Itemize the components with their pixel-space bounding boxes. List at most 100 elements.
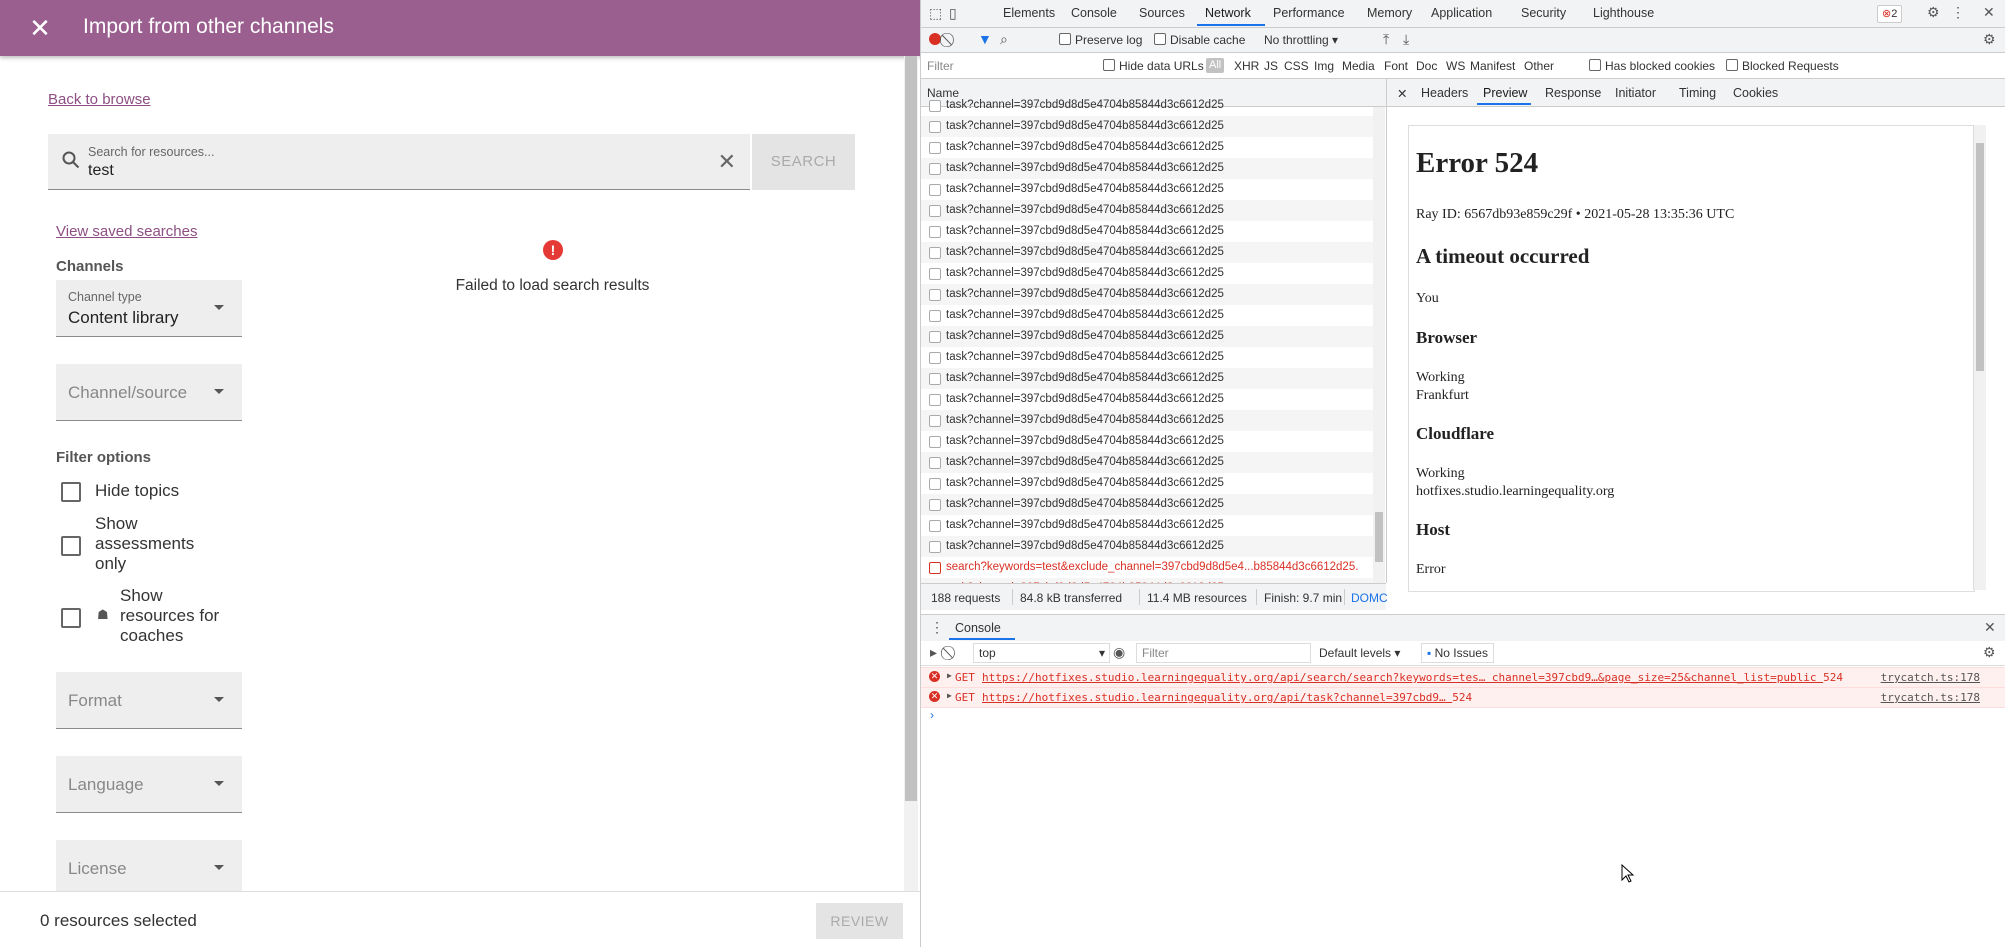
review-button[interactable]: REVIEW [816,903,903,939]
close-detail-icon[interactable]: ✕ [1397,86,1407,101]
request-row[interactable]: task?channel=397cbd9d8d5e4704b85844d3c66… [921,368,1373,389]
tab-memory[interactable]: Memory [1367,6,1412,20]
export-har-icon[interactable]: ⤓ [1403,31,1409,48]
expand-icon[interactable]: ▶ [947,691,952,700]
disable-cache-checkbox[interactable]: Disable cache [1154,33,1245,47]
back-to-browse-link[interactable]: Back to browse [48,91,151,108]
source-link[interactable]: trycatch.ts:178 [1881,671,1980,684]
scrollbar-thumb[interactable] [1976,143,1984,371]
search-icon[interactable]: ⌕ [1000,31,1008,48]
console-error-message[interactable]: ✕ ▶ GET https://hotfixes.studio.learning… [921,687,2005,708]
source-link[interactable]: trycatch.ts:178 [1881,691,1980,704]
request-row[interactable]: task?channel=397cbd9d8d5e4704b85844d3c66… [921,158,1373,179]
filter-img[interactable]: Img [1314,59,1334,73]
format-select[interactable]: Format [56,672,242,729]
hide-topics-checkbox[interactable] [61,482,81,502]
request-row[interactable]: task?channel=397cbd9d8d5e4704b85844d3c66… [921,305,1373,326]
filter-xhr[interactable]: XHR [1234,59,1259,73]
tab-initiator[interactable]: Initiator [1615,86,1656,100]
filter-doc[interactable]: Doc [1416,59,1437,73]
filter-css[interactable]: CSS [1284,59,1309,73]
view-saved-searches-link[interactable]: View saved searches [56,223,197,240]
has-blocked-cookies-checkbox[interactable]: Has blocked cookies [1589,59,1715,73]
tab-sources[interactable]: Sources [1139,6,1185,20]
tab-application[interactable]: Application [1431,6,1492,20]
console-error-message[interactable]: ✕ ▶ GET https://hotfixes.studio.learning… [921,667,2005,688]
filter-manifest[interactable]: Manifest [1470,59,1515,73]
filter-font[interactable]: Font [1384,59,1408,73]
filter-ws[interactable]: WS [1446,59,1465,73]
filter-all-chip[interactable]: All [1206,58,1225,73]
close-icon[interactable]: ✕ [24,12,56,44]
request-url-link[interactable]: https://hotfixes.studio.learningequality… [982,691,1472,704]
tab-timing[interactable]: Timing [1679,86,1716,100]
request-row[interactable]: task?channel=397cbd9d8d5e4704b85844d3c66… [921,179,1373,200]
filter-other[interactable]: Other [1524,59,1554,73]
import-har-icon[interactable]: ⤒ [1383,31,1389,48]
console-settings-icon[interactable]: ⚙ [1983,644,1996,661]
request-url-link[interactable]: https://hotfixes.studio.learningequality… [982,671,1843,684]
request-row[interactable]: task?channel=397cbd9d8d5e4704b85844d3c66… [921,536,1373,557]
sidebar-toggle-icon[interactable]: ▸ [930,644,937,661]
hide-data-urls-checkbox[interactable]: Hide data URLs [1103,59,1204,73]
request-row[interactable]: task?channel=397cbd9d8d5e4704b85844d3c66… [921,263,1373,284]
show-coach-resources-checkbox[interactable] [61,608,81,628]
gear-icon[interactable]: ⚙ [1927,4,1940,21]
tab-security[interactable]: Security [1521,6,1566,20]
filter-js[interactable]: JS [1264,59,1278,73]
request-row[interactable]: search?keywords=test&exclude_channel=397… [921,557,1373,578]
tab-network[interactable]: Network [1205,6,1251,20]
request-row[interactable]: task?channel=397cbd9d8d5e4704b85844d3c66… [921,389,1373,410]
filter-icon[interactable]: ▼ [978,31,992,47]
request-row[interactable]: task?channel=397cbd9d8d5e4704b85844d3c66… [921,242,1373,263]
request-row[interactable]: task?channel=397cbd9d8d5e4704b85844d3c66… [921,431,1373,452]
request-row[interactable]: task?channel=397cbd9d8d5e4704b85844d3c66… [921,473,1373,494]
request-row[interactable]: task?channel=397cbd9d8d5e4704b85844d3c66… [921,221,1373,242]
throttling-select[interactable]: No throttling ▾ [1264,33,1338,47]
preserve-log-checkbox[interactable]: Preserve log [1059,33,1142,47]
log-levels-select[interactable]: Default levels ▾ [1319,646,1400,660]
network-filter-input[interactable]: Filter [927,59,1087,73]
tab-console[interactable]: Console [1071,6,1117,20]
tab-response[interactable]: Response [1545,86,1601,100]
request-row[interactable]: task?channel=397cbd9d8d5e4704b85844d3c66… [921,515,1373,536]
tab-headers[interactable]: Headers [1421,86,1468,100]
network-settings-icon[interactable]: ⚙ [1983,31,1996,48]
request-row[interactable]: task?channel=397cbd9d8d5e4704b85844d3c66… [921,326,1373,347]
search-input[interactable]: Search for resources... test ✕ [48,134,750,190]
scrollbar-thumb[interactable] [905,56,917,801]
more-options-icon[interactable]: ⋮ [1951,4,1965,21]
request-list-scrollbar[interactable] [1373,107,1385,583]
request-row[interactable]: task?channel=397cbd9d8d5e4704b85844d3c66… [921,137,1373,158]
context-select[interactable]: top ▾ [973,643,1110,663]
clear-icon[interactable]: ✕ [718,149,736,175]
blocked-requests-checkbox[interactable]: Blocked Requests [1726,59,1839,73]
tab-performance[interactable]: Performance [1273,6,1345,20]
error-count-badge[interactable]: ⊗2 [1877,5,1903,23]
issues-button[interactable]: ▪ No Issues [1421,643,1494,663]
request-row[interactable]: task?channel=397cbd9d8d5e4704b85844d3c66… [921,452,1373,473]
inspect-icon[interactable]: ⬚ [929,5,942,22]
filter-media[interactable]: Media [1342,59,1375,73]
channel-source-select[interactable]: Channel/source [56,364,242,421]
language-select[interactable]: Language [56,756,242,813]
search-button[interactable]: SEARCH [752,134,855,190]
app-scrollbar[interactable] [904,56,918,891]
tab-preview[interactable]: Preview [1483,86,1527,100]
tab-elements[interactable]: Elements [1003,6,1055,20]
request-row[interactable]: task?channel=397cbd9d8d5e4704b85844d3c66… [921,410,1373,431]
eye-icon[interactable]: ◉ [1113,644,1125,661]
preview-scrollbar[interactable] [1973,125,1986,590]
tab-lighthouse[interactable]: Lighthouse [1593,6,1654,20]
drawer-menu-icon[interactable]: ⋮ [930,619,944,636]
request-row[interactable]: task?channel=397cbd9d8d5e4704b85844d3c66… [921,95,1373,116]
request-row[interactable]: task?channel=397cbd9d8d5e4704b85844d3c66… [921,284,1373,305]
tab-cookies[interactable]: Cookies [1733,86,1778,100]
console-filter-input[interactable]: Filter [1136,643,1311,663]
show-assessments-checkbox[interactable] [61,536,81,556]
request-row[interactable]: task?channel=397cbd9d8d5e4704b85844d3c66… [921,200,1373,221]
device-toolbar-icon[interactable]: ▯ [949,5,957,22]
close-drawer-icon[interactable]: ✕ [1984,619,1996,636]
search-value[interactable]: test [88,162,114,180]
close-devtools-icon[interactable]: ✕ [1983,4,1995,21]
